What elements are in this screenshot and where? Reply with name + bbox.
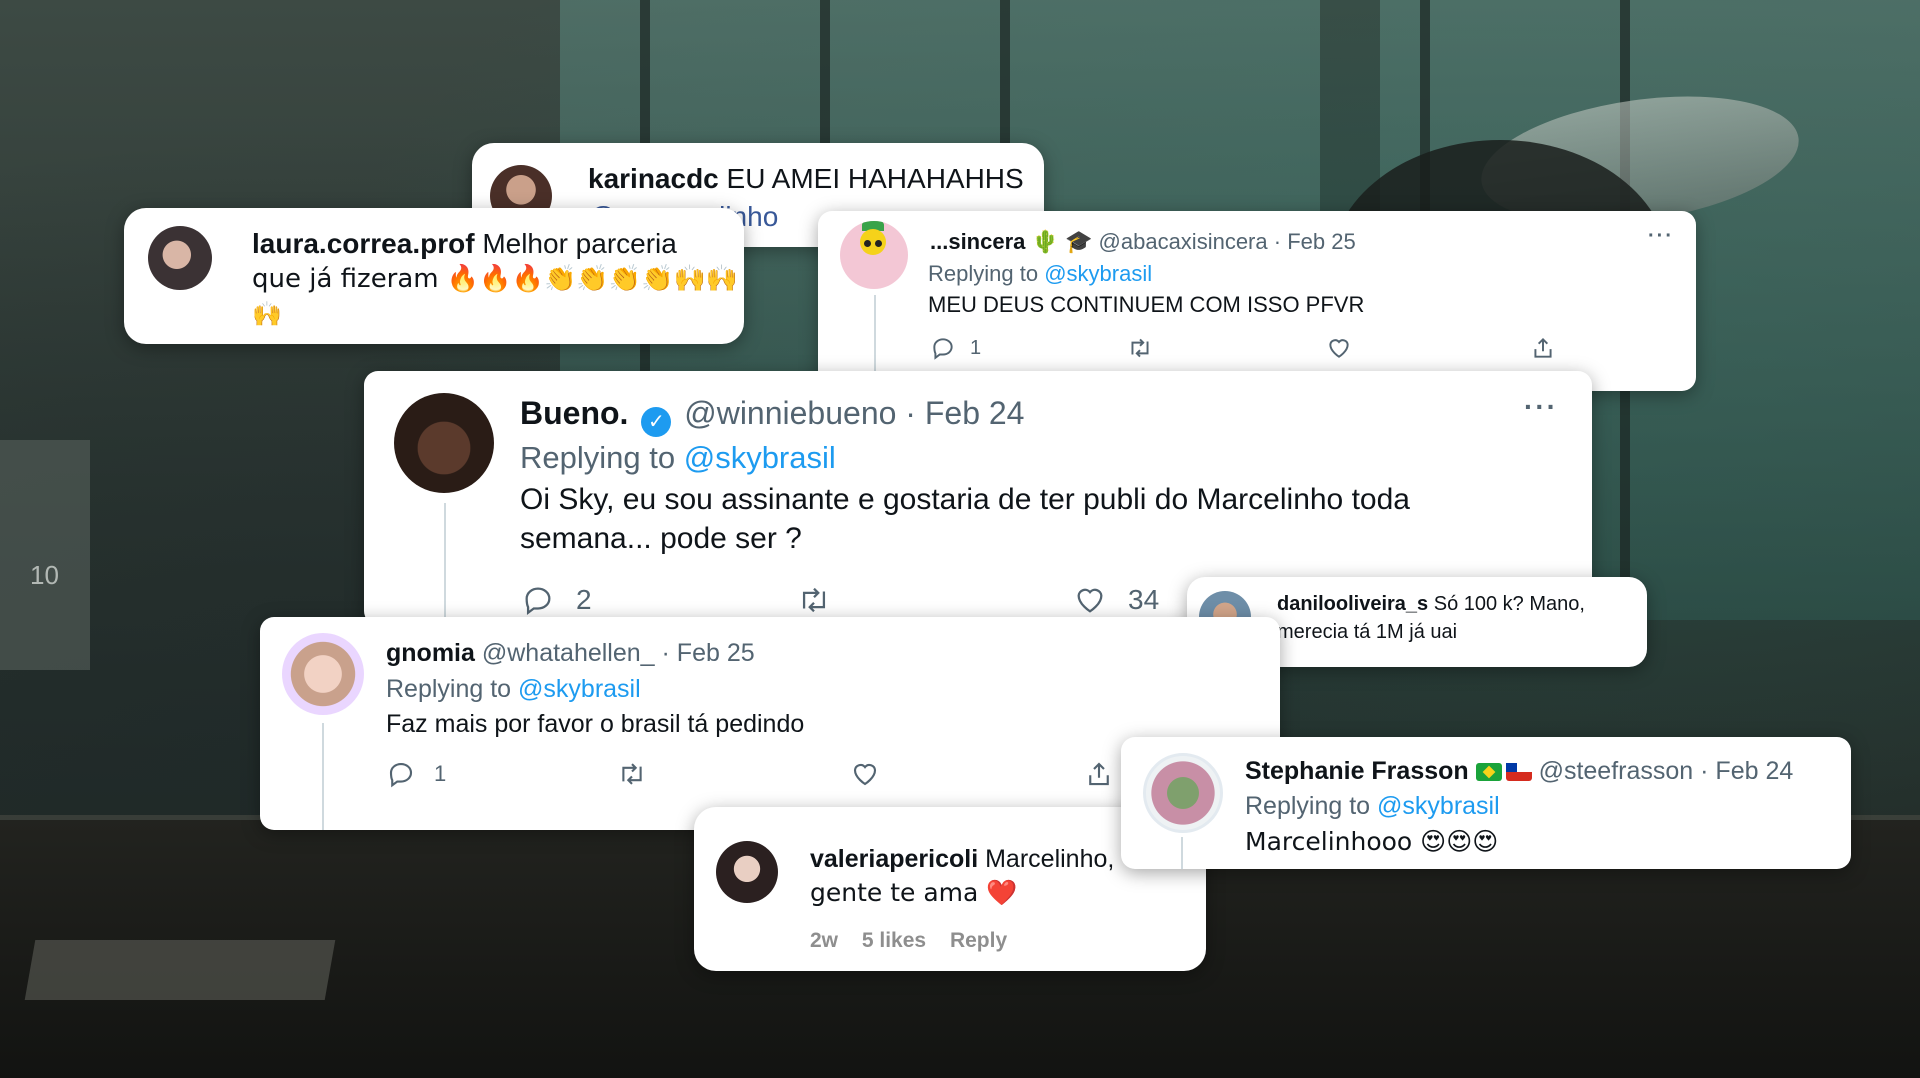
- comment-text-line3: 🙌: [252, 300, 282, 328]
- comment-text-line2: gente te ama ❤️: [810, 878, 1018, 907]
- tweet-date[interactable]: · Feb 25: [662, 639, 755, 667]
- avatar[interactable]: [716, 841, 778, 903]
- replying-to-mention[interactable]: @skybrasil: [518, 675, 641, 703]
- brazil-flag-icon: [1475, 763, 1502, 781]
- verified-badge-icon: ✓: [641, 407, 672, 437]
- comment-text: Melhor parceria: [482, 228, 677, 259]
- reply-count: 1: [434, 761, 447, 786]
- comment-text: Só 100 k? Mano,: [1433, 593, 1585, 615]
- replying-to-mention[interactable]: @skybrasil: [1044, 261, 1152, 286]
- comment-username[interactable]: valeriapericoli: [810, 845, 978, 873]
- comment-time: 2w: [810, 929, 839, 952]
- more-options-icon[interactable]: ···: [1524, 391, 1558, 423]
- like-button[interactable]: 34: [1072, 583, 1159, 617]
- replying-to-mention[interactable]: @skybrasil: [1377, 792, 1500, 820]
- comment-text: EU AMEI HAHAHAHHS: [726, 163, 1024, 194]
- heart-icon: [1077, 588, 1103, 613]
- retweet-button[interactable]: [1126, 335, 1154, 361]
- avatar[interactable]: [1143, 753, 1223, 833]
- comment-card-laura[interactable]: laura.correa.prof Melhor parceria que já…: [124, 208, 744, 344]
- tweet-handle[interactable]: @whatahellen_: [482, 639, 655, 667]
- reply-icon: [525, 587, 551, 616]
- like-count: 34: [1128, 584, 1160, 615]
- chile-flag-icon: [1505, 763, 1532, 781]
- tweet-card-abacaxisincera[interactable]: ...sincera 🌵 🎓 @abacaxisincera · Feb 25 …: [818, 211, 1696, 391]
- reply-button[interactable]: 1: [386, 759, 446, 789]
- tweet-text: Marcelinhooo 😍😍😍: [1245, 827, 1499, 856]
- avatar[interactable]: [840, 221, 908, 289]
- avatar[interactable]: [148, 226, 212, 290]
- reply-count: 2: [576, 584, 592, 615]
- replying-to-label: Replying to: [386, 675, 512, 703]
- tweet-handle[interactable]: @steefrasson: [1539, 757, 1694, 785]
- tweet-text-line1: Oi Sky, eu sou assinante e gostaria de t…: [520, 483, 1410, 516]
- comment-username[interactable]: laura.correa.prof: [252, 228, 475, 259]
- reply-button[interactable]: 2: [520, 583, 592, 617]
- comment-text-line2: que já fizeram 🔥🔥🔥👏👏👏👏🙌🙌: [252, 264, 739, 294]
- tweet-display-name[interactable]: gnomia: [386, 639, 475, 667]
- tweet-text: MEU DEUS CONTINUEM COM ISSO PFVR: [928, 292, 1365, 317]
- comment-likes[interactable]: 5 likes: [862, 929, 926, 952]
- reply-button[interactable]: 1: [930, 335, 981, 361]
- comment-text-line2: merecia tá 1M já uai: [1277, 621, 1458, 643]
- retweet-icon: [802, 587, 826, 613]
- tweet-date[interactable]: · Feb 24: [905, 395, 1024, 431]
- tweet-date[interactable]: · Feb 24: [1700, 757, 1793, 785]
- retweet-icon: [1131, 338, 1149, 358]
- tweet-handle[interactable]: @winniebueno: [684, 395, 896, 431]
- tweet-display-name[interactable]: Bueno.: [520, 395, 628, 431]
- share-icon: [1534, 337, 1552, 358]
- share-icon: [1089, 762, 1109, 786]
- replying-to-label: Replying to: [1245, 792, 1371, 820]
- reply-count: 1: [970, 336, 982, 359]
- comment-username[interactable]: danilooliveira_s: [1277, 593, 1428, 615]
- reply-icon: [933, 338, 953, 360]
- heart-icon: [853, 764, 877, 786]
- avatar[interactable]: [282, 633, 364, 715]
- replying-to-mention[interactable]: @skybrasil: [684, 440, 836, 475]
- avatar[interactable]: [394, 393, 494, 493]
- tweet-card-steefrasson[interactable]: Stephanie Frasson @steefrasson · Feb 24 …: [1121, 737, 1851, 869]
- tweet-display-name[interactable]: ...sincera 🌵 🎓: [930, 229, 1092, 254]
- replying-to-label: Replying to: [928, 261, 1039, 286]
- tweet-handle[interactable]: @abacaxisincera: [1099, 229, 1268, 254]
- tweet-date[interactable]: · Feb 25: [1274, 229, 1356, 254]
- share-button[interactable]: [1084, 759, 1114, 789]
- like-button[interactable]: [1326, 335, 1352, 361]
- replying-to-label: Replying to: [520, 440, 676, 475]
- tweet-display-name[interactable]: Stephanie Frasson: [1245, 757, 1469, 785]
- comment-text: Marcelinho,: [985, 845, 1115, 873]
- more-options-icon[interactable]: ···: [1648, 225, 1674, 248]
- like-button[interactable]: [850, 759, 880, 789]
- retweet-icon: [622, 763, 642, 785]
- heart-icon: [1329, 339, 1349, 358]
- comment-username[interactable]: karinacdc: [588, 163, 719, 194]
- tweet-text-line2: semana... pode ser ?: [520, 522, 802, 555]
- reply-icon: [389, 762, 413, 788]
- share-button[interactable]: [1530, 335, 1556, 361]
- retweet-button[interactable]: [794, 583, 834, 617]
- retweet-button[interactable]: [616, 759, 648, 789]
- reply-link[interactable]: Reply: [950, 929, 1007, 952]
- tweet-text: Faz mais por favor o brasil tá pedindo: [386, 710, 805, 738]
